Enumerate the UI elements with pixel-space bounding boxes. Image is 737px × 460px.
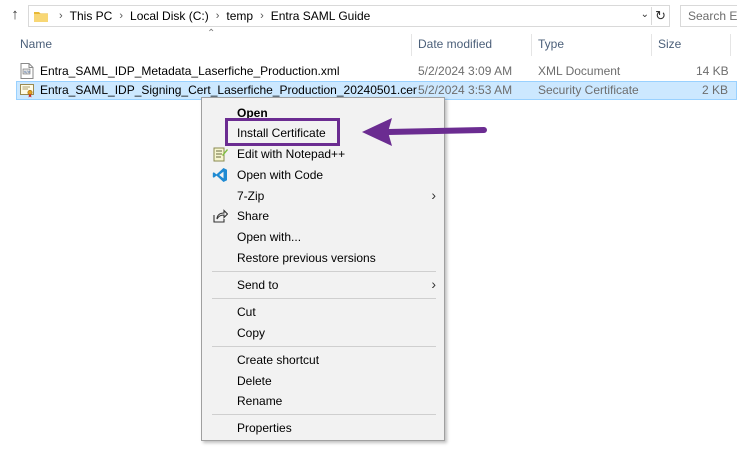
column-divider[interactable] <box>531 34 532 56</box>
menu-item-open-with-code[interactable]: Open with Code <box>204 165 442 185</box>
menu-separator <box>212 271 436 272</box>
address-bar-row: ↑ › This PC › Local Disk (C:) › temp › E… <box>0 0 737 32</box>
file-date-modified: 5/2/2024 3:09 AM <box>418 64 513 78</box>
annotation-arrow-icon <box>362 118 487 146</box>
chevron-down-icon[interactable]: ⌄ <box>641 9 649 20</box>
annotation-highlight-box <box>225 118 340 146</box>
breadcrumb-chevron-icon: › <box>119 10 124 22</box>
file-type: Security Certificate <box>538 83 639 97</box>
menu-separator <box>212 346 436 347</box>
breadcrumb-this-pc[interactable]: This PC <box>70 9 113 23</box>
file-size: 2 KB <box>702 83 729 97</box>
column-header-name[interactable]: Name <box>20 37 52 51</box>
menu-item-label: Properties <box>237 421 292 435</box>
menu-item-delete[interactable]: Delete <box>204 371 442 391</box>
menu-item-copy[interactable]: Copy <box>204 323 442 343</box>
menu-item-7-zip[interactable]: 7-Zip › <box>204 186 442 206</box>
folder-icon <box>34 11 48 22</box>
menu-item-label: Delete <box>237 374 272 388</box>
menu-item-label: Send to <box>237 278 279 292</box>
svg-text:</>: </> <box>24 70 31 74</box>
breadcrumb-entra-saml-guide[interactable]: Entra SAML Guide <box>271 9 371 23</box>
file-date-modified: 5/2/2024 3:53 AM <box>418 83 513 97</box>
address-bar[interactable]: › This PC › Local Disk (C:) › temp › Ent… <box>28 5 670 27</box>
column-headers: ⌃ Name Date modified Type Size <box>0 28 737 56</box>
vscode-icon <box>212 167 228 183</box>
breadcrumb-local-disk[interactable]: Local Disk (C:) <box>130 9 209 23</box>
column-header-type[interactable]: Type <box>538 37 564 51</box>
file-name: Entra_SAML_IDP_Signing_Cert_Laserfiche_P… <box>40 83 417 97</box>
breadcrumb-chevron-icon: › <box>215 10 220 22</box>
share-icon <box>212 208 229 224</box>
menu-item-open-with[interactable]: Open with... <box>204 227 442 247</box>
column-header-date-modified[interactable]: Date modified <box>418 37 492 51</box>
certificate-file-icon <box>20 82 34 98</box>
menu-item-send-to[interactable]: Send to › <box>204 275 442 295</box>
menu-item-create-shortcut[interactable]: Create shortcut <box>204 350 442 370</box>
file-type: XML Document <box>538 64 621 78</box>
breadcrumb-temp[interactable]: temp <box>226 9 253 23</box>
menu-separator <box>212 298 436 299</box>
menu-item-label: Edit with Notepad++ <box>237 147 346 161</box>
refresh-icon[interactable]: ↻ <box>651 7 666 25</box>
column-divider[interactable] <box>651 34 652 56</box>
menu-item-rename[interactable]: Rename <box>204 391 442 411</box>
column-divider[interactable] <box>411 34 412 56</box>
menu-item-label: Create shortcut <box>237 353 320 367</box>
menu-item-label: Copy <box>237 326 266 340</box>
menu-item-label: Open with... <box>237 230 302 244</box>
chevron-right-icon: › <box>431 187 436 203</box>
menu-item-label: Cut <box>237 305 256 319</box>
notepad-plus-plus-icon <box>212 146 228 162</box>
search-input[interactable]: Search Er <box>680 5 737 27</box>
xml-file-icon: </> <box>20 63 34 79</box>
menu-item-label: Open with Code <box>237 168 324 182</box>
column-header-size[interactable]: Size <box>658 37 681 51</box>
up-arrow-icon[interactable]: ↑ <box>6 6 24 24</box>
sort-ascending-icon: ⌃ <box>207 28 216 39</box>
file-size: 14 KB <box>696 64 729 78</box>
menu-item-label: Share <box>237 209 270 223</box>
breadcrumb-chevron-icon: › <box>59 10 63 22</box>
menu-item-label: Rename <box>237 394 283 408</box>
chevron-right-icon: › <box>431 276 436 292</box>
menu-item-properties[interactable]: Properties <box>204 418 442 438</box>
menu-item-label: 7-Zip <box>237 189 265 203</box>
breadcrumb-chevron-icon: › <box>260 10 264 22</box>
menu-item-share[interactable]: Share <box>204 206 442 226</box>
menu-separator <box>212 414 436 415</box>
file-name: Entra_SAML_IDP_Metadata_Laserfiche_Produ… <box>40 64 340 78</box>
menu-item-cut[interactable]: Cut <box>204 302 442 322</box>
menu-item-restore-previous-versions[interactable]: Restore previous versions <box>204 248 442 268</box>
file-row-xml[interactable]: </> Entra_SAML_IDP_Metadata_Laserfiche_P… <box>16 62 737 81</box>
menu-item-label: Restore previous versions <box>237 251 376 265</box>
column-divider[interactable] <box>730 34 731 56</box>
